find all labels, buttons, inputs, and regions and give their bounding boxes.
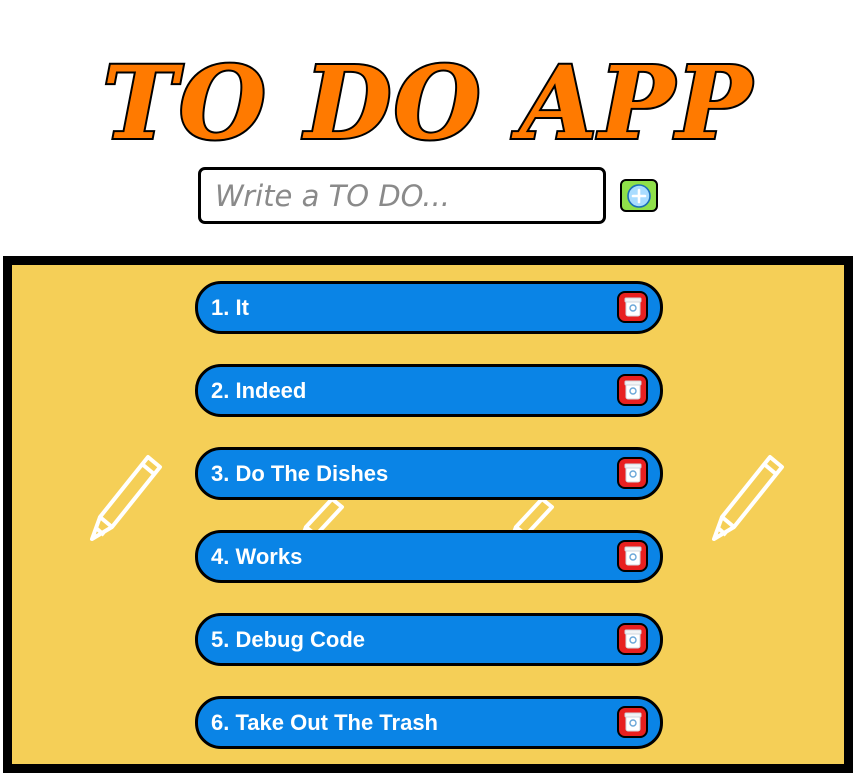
trash-icon bbox=[624, 629, 641, 649]
delete-todo-button[interactable] bbox=[617, 540, 648, 572]
todo-item[interactable]: 4. Works bbox=[195, 530, 663, 583]
todo-item[interactable]: 5. Debug Code bbox=[195, 613, 663, 666]
trash-icon bbox=[624, 712, 641, 732]
todo-item[interactable]: 2. Indeed bbox=[195, 364, 663, 417]
delete-todo-button[interactable] bbox=[617, 457, 648, 489]
app-title-logo: TO DO APP bbox=[101, 42, 755, 160]
plus-circle-icon bbox=[627, 183, 651, 208]
todo-item-label: 2. Indeed bbox=[211, 378, 307, 403]
delete-todo-button[interactable] bbox=[617, 623, 648, 655]
add-todo-form bbox=[198, 167, 668, 227]
add-todo-button[interactable] bbox=[620, 179, 658, 212]
trash-icon bbox=[624, 546, 641, 566]
todo-input[interactable] bbox=[198, 167, 606, 224]
delete-todo-button[interactable] bbox=[617, 374, 648, 406]
trash-icon bbox=[624, 380, 641, 400]
todo-item-label: 6. Take Out The Trash bbox=[211, 710, 438, 735]
todo-item[interactable]: 3. Do The Dishes bbox=[195, 447, 663, 500]
todo-list: 1. It 2. Indeed 3. Do The Dishes 4. Work… bbox=[12, 265, 844, 764]
todo-board: 1. It 2. Indeed 3. Do The Dishes 4. Work… bbox=[3, 256, 853, 773]
app-title-text: TO DO APP bbox=[103, 44, 755, 160]
delete-todo-button[interactable] bbox=[617, 291, 648, 323]
trash-icon bbox=[624, 297, 641, 317]
app-title: TO DO APP bbox=[0, 40, 856, 160]
app-page: TO DO APP Write a TO DO... 1. It 2. Inde… bbox=[0, 0, 856, 773]
delete-todo-button[interactable] bbox=[617, 706, 648, 738]
todo-item-label: 1. It bbox=[211, 295, 249, 320]
todo-item-label: 3. Do The Dishes bbox=[211, 461, 389, 486]
todo-item[interactable]: 6. Take Out The Trash bbox=[195, 696, 663, 749]
todo-item-label: 4. Works bbox=[211, 544, 303, 569]
todo-item-label: 5. Debug Code bbox=[211, 627, 366, 652]
todo-item[interactable]: 1. It bbox=[195, 281, 663, 334]
trash-icon bbox=[624, 463, 641, 483]
